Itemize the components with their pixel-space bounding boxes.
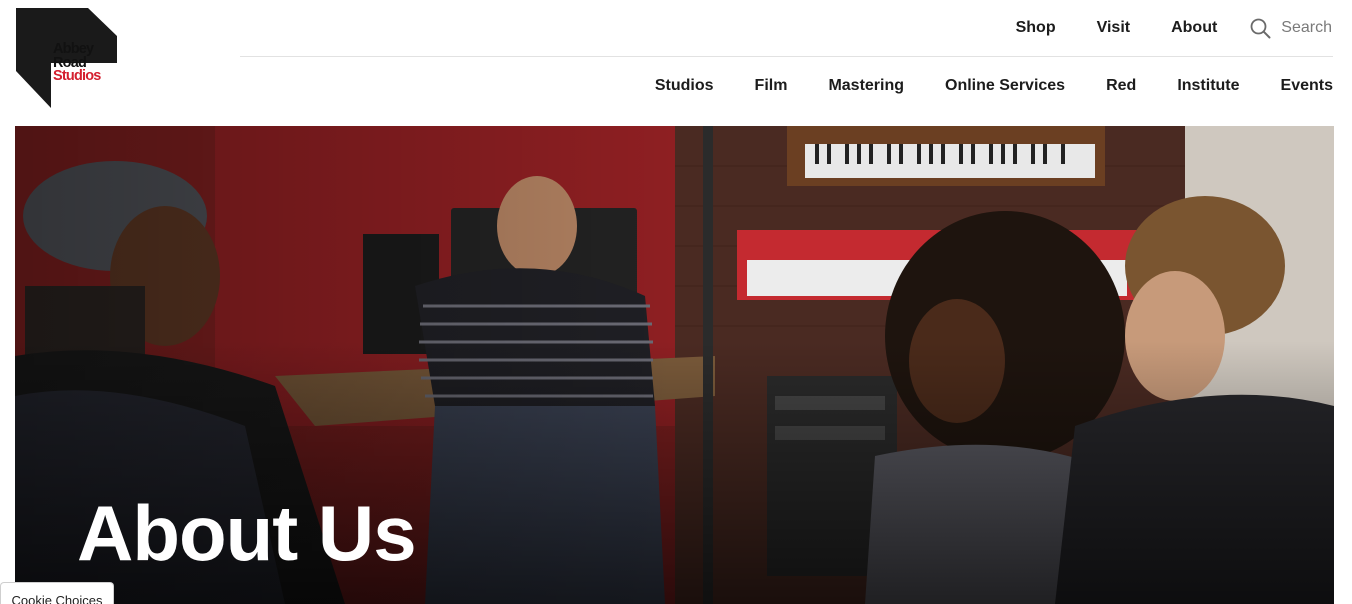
nav-institute[interactable]: Institute <box>1177 77 1239 95</box>
page: Abbey Road Studios Shop Visit About Sear… <box>0 0 1352 604</box>
utility-nav: Shop Visit About Search <box>1016 0 1332 56</box>
nav-online-services[interactable]: Online Services <box>945 77 1065 95</box>
nav-visit[interactable]: Visit <box>1097 19 1131 37</box>
abbey-road-logo[interactable]: Abbey Road Studios <box>16 8 118 108</box>
nav-about[interactable]: About <box>1171 19 1217 37</box>
hero-banner: About Us <box>15 126 1334 604</box>
nav-film[interactable]: Film <box>755 77 788 95</box>
page-title: About Us <box>77 489 417 577</box>
search-button[interactable]: Search <box>1250 18 1332 39</box>
nav-mastering[interactable]: Mastering <box>828 77 904 95</box>
search-label: Search <box>1281 19 1332 36</box>
nav-studios[interactable]: Studios <box>655 77 714 95</box>
main-nav: Studios Film Mastering Online Services R… <box>655 57 1333 115</box>
logo-line-studios: Studios <box>53 68 101 84</box>
logo-wordmark: Abbey Road Studios <box>53 42 101 84</box>
search-icon <box>1250 18 1271 38</box>
nav-events[interactable]: Events <box>1281 77 1333 95</box>
nav-red[interactable]: Red <box>1106 77 1136 95</box>
cookie-choices-button[interactable]: Cookie Choices <box>0 582 114 604</box>
nav-shop[interactable]: Shop <box>1016 19 1056 37</box>
